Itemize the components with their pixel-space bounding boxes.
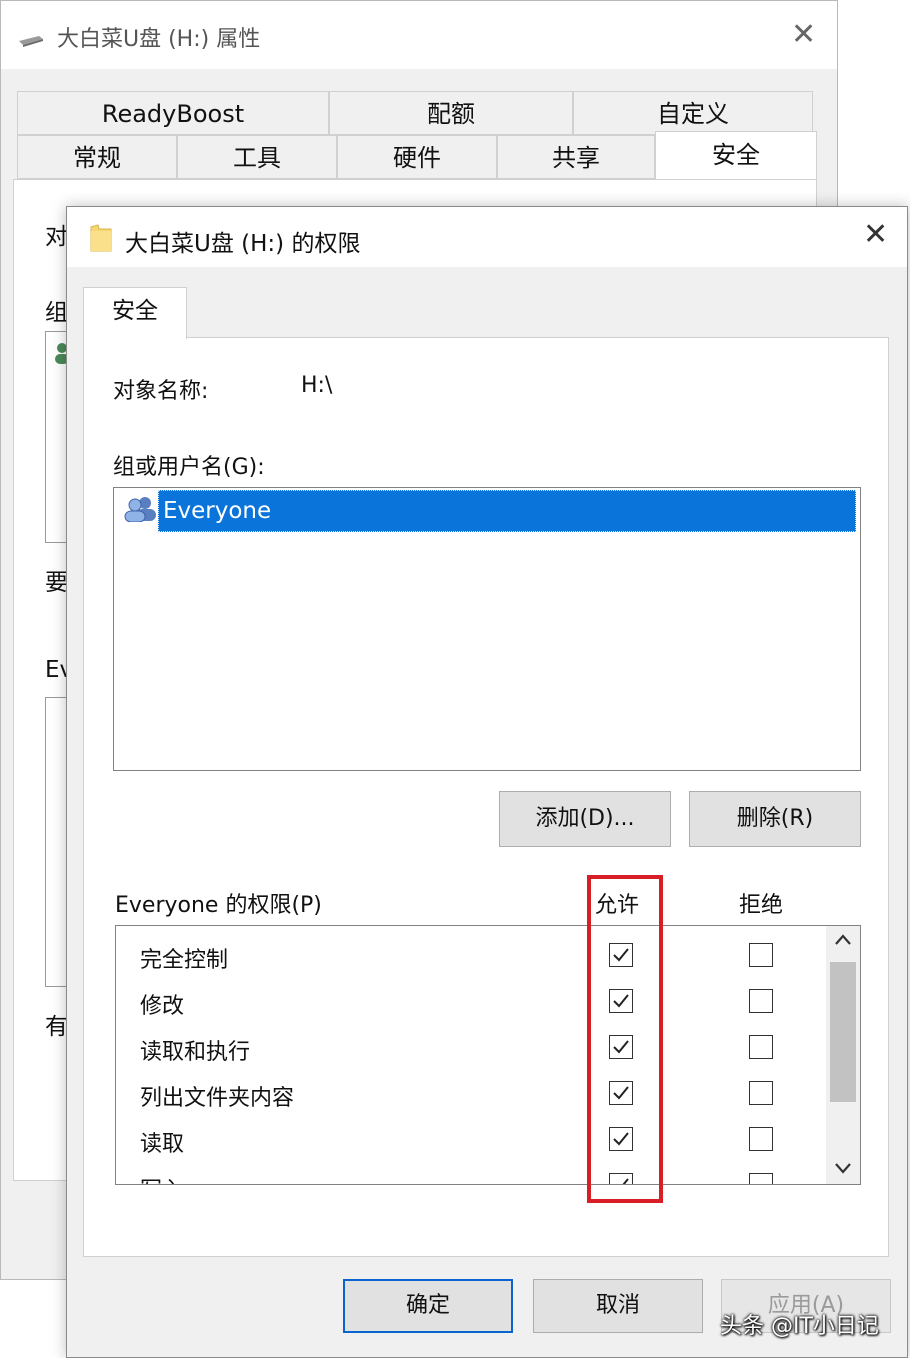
object-name-label: 对象名称:	[113, 379, 209, 404]
deny-checkbox[interactable]	[749, 943, 773, 967]
permission-row: 列出文件夹内容	[116, 1070, 826, 1116]
list-item-everyone[interactable]: Everyone	[158, 490, 856, 532]
permissions-dialog: 大白菜U盘 (H:) 的权限 ✕ 安全 对象名称: H:\ 组或用户名(G): …	[66, 206, 908, 1358]
chevron-down-icon[interactable]	[834, 1160, 852, 1176]
tab-customize[interactable]: 自定义	[573, 91, 813, 135]
special-label-fragment: 有	[45, 1014, 68, 1040]
tab-quota[interactable]: 配额	[329, 91, 573, 135]
add-button[interactable]: 添加(D)...	[499, 791, 671, 847]
permission-name: 修改	[140, 994, 185, 1019]
folder-icon	[90, 224, 112, 252]
user-name: Everyone	[163, 498, 272, 524]
permission-name: 读取和执行	[140, 1040, 251, 1065]
watermark: 头条 @IT小日记	[720, 1314, 879, 1339]
allow-column-highlight	[587, 875, 663, 1203]
tab-tools[interactable]: 工具	[177, 135, 337, 179]
user-list[interactable]: Everyone	[113, 487, 861, 771]
close-icon[interactable]: ✕	[863, 219, 888, 251]
deny-checkbox[interactable]	[749, 1081, 773, 1105]
deny-checkbox[interactable]	[749, 1127, 773, 1151]
permission-name: 列出文件夹内容	[140, 1086, 295, 1111]
object-label-fragment: 对	[45, 224, 68, 250]
close-icon[interactable]: ✕	[791, 19, 816, 51]
usb-drive-icon	[19, 36, 43, 47]
permissions-label: Everyone 的权限(P)	[115, 893, 322, 918]
permission-name: 读取	[140, 1132, 185, 1157]
deny-header: 拒绝	[739, 893, 784, 918]
permission-row: 修改	[116, 978, 826, 1024]
deny-checkbox[interactable]	[749, 1173, 773, 1184]
edit-label-fragment: 要	[45, 570, 68, 596]
tab-hardware[interactable]: 硬件	[337, 135, 497, 179]
permission-row: 读取	[116, 1116, 826, 1162]
scrollbar-thumb[interactable]	[830, 962, 856, 1102]
properties-title: 大白菜U盘 (H:) 属性	[57, 27, 261, 52]
cancel-button[interactable]: 取消	[533, 1279, 703, 1333]
scrollbar[interactable]	[826, 926, 860, 1184]
tab-readyboost[interactable]: ReadyBoost	[17, 91, 329, 135]
object-name-value: H:\	[301, 373, 333, 398]
permission-row: 读取和执行	[116, 1024, 826, 1070]
tab-sharing[interactable]: 共享	[497, 135, 655, 179]
dialog-titlebar: 大白菜U盘 (H:) 的权限 ✕	[67, 207, 907, 267]
deny-checkbox[interactable]	[749, 989, 773, 1013]
properties-titlebar: 大白菜U盘 (H:) 属性 ✕	[1, 1, 837, 69]
group-label-fragment: 组	[45, 300, 68, 326]
users-icon	[124, 497, 156, 522]
ok-button[interactable]: 确定	[343, 1279, 513, 1333]
deny-checkbox[interactable]	[749, 1035, 773, 1059]
permissions-list: 完全控制 修改 读取和执行 列出文件夹内容 读取 写入	[115, 925, 861, 1185]
tab-security[interactable]: 安全	[83, 287, 187, 339]
permission-name: 完全控制	[140, 948, 229, 973]
tab-security[interactable]: 安全	[655, 131, 817, 181]
permission-row: 写入	[116, 1162, 826, 1184]
chevron-up-icon[interactable]	[834, 932, 852, 948]
tab-general[interactable]: 常规	[17, 135, 177, 179]
permission-name: 写入	[140, 1172, 184, 1184]
remove-button[interactable]: 删除(R)	[689, 791, 861, 847]
permission-row: 完全控制	[116, 932, 826, 978]
group-or-user-label: 组或用户名(G):	[113, 455, 265, 480]
dialog-title: 大白菜U盘 (H:) 的权限	[125, 231, 361, 257]
